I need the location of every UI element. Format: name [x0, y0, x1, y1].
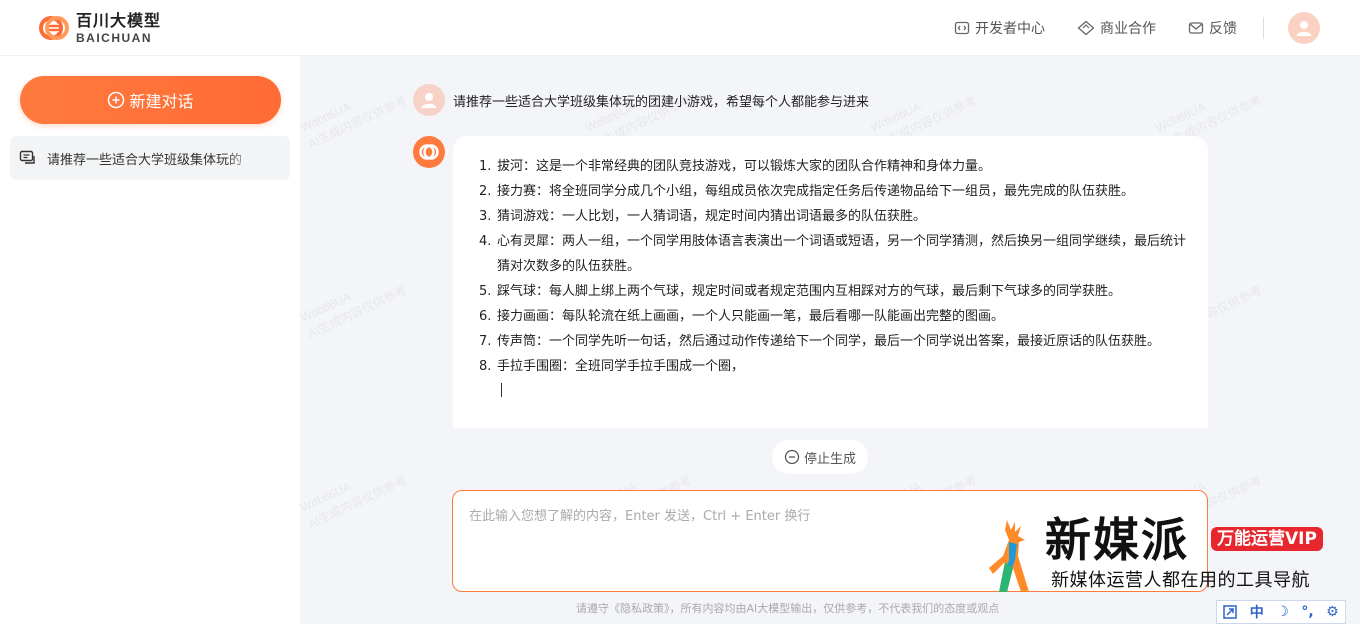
answer-list-item: 4. 心有灵犀：两人一组，一个同学用肢体语言表演出一个词语或短语，另一个同学猜测，… — [479, 229, 1188, 279]
answer-item-number: 8. — [479, 359, 492, 374]
code-icon — [954, 21, 970, 35]
feedback-label: 反馈 — [1209, 21, 1237, 37]
logo-title: 百川大模型 — [76, 10, 162, 30]
xinmeipai-watermark: 新媒派 万能运营VIP 新媒体运营人都在用的工具导航 — [985, 512, 1345, 594]
disclaimer-text: 请遵守《隐私政策》，所有内容均由AI大模型输出，仅供参考，不代表我们的态度或观点 — [576, 602, 1000, 615]
answer-item-text: 接力赛：将全班同学分成几个小组，每组成员依次完成指定任务后传递物品给下一组员，最… — [497, 184, 1135, 199]
feedback-link[interactable]: 反馈 — [1188, 18, 1237, 38]
answer-list-item: 5. 踩气球：每人脚上绑上两个气球，规定时间或者规定范围内互相踩对方的气球，最后剩… — [479, 279, 1188, 304]
brand-subtitle: 新媒体运营人都在用的工具导航 — [1051, 570, 1310, 591]
user-message-text: 请推荐一些适合大学班级集体玩的团建小游戏，希望每个人都能参与进来 — [453, 94, 870, 110]
history-item[interactable]: 请推荐一些适合大学班级集体玩的 — [10, 136, 290, 180]
answer-item-text: 传声筒：一个同学先听一句话，然后通过动作传递给下一个同学，最后一个同学说出答案，… — [497, 334, 1161, 349]
mail-icon — [1188, 22, 1204, 34]
answer-list-item: 7. 传声筒：一个同学先听一句话，然后通过动作传递给下一个同学，最后一个同学说出答… — [479, 329, 1188, 354]
brand-badge: 万能运营VIP — [1211, 527, 1323, 551]
answer-item-number: 7. — [479, 334, 492, 349]
sidebar: 新建对话 请推荐一些适合大学班级集体玩的 — [0, 56, 300, 624]
brand-title: 新媒派 — [1045, 513, 1189, 567]
user-avatar — [413, 84, 445, 116]
watermark-code: Wdbtl6UA — [300, 289, 354, 325]
bot-answer: 1. 拔河：这是一个非常经典的团队竞技游戏，可以锻炼大家的团队合作精神和身体力量。… — [453, 136, 1208, 428]
answer-list-item: 8. 手拉手围圈：全班同学手拉手围成一个圈， — [479, 354, 1188, 379]
ime-toolbar[interactable]: 中 ☽ °, ⚙ — [1216, 600, 1346, 624]
user-icon — [421, 93, 437, 108]
business-cooperation-link[interactable]: 商业合作 — [1077, 18, 1156, 38]
answer-list: 1. 拔河：这是一个非常经典的团队竞技游戏，可以锻炼大家的团队合作精神和身体力量。… — [479, 154, 1188, 379]
chat-bubble-icon — [19, 150, 35, 164]
bot-avatar — [413, 136, 445, 168]
answer-item-number: 5. — [479, 284, 492, 299]
answer-item-text: 踩气球：每人脚上绑上两个气球，规定时间或者规定范围内互相踩对方的气球，最后剩下气… — [497, 284, 1122, 299]
new-chat-button[interactable]: 新建对话 — [20, 76, 281, 124]
stop-generating-label: 停止生成 — [803, 451, 856, 467]
answer-item-number: 3. — [479, 209, 492, 224]
answer-item-text: 手拉手围圈：全班同学手拉手围成一个圈， — [497, 359, 745, 374]
business-cooperation-label: 商业合作 — [1100, 21, 1156, 37]
answer-list-item: 6. 接力画画：每队轮流在纸上画画，一个人只能画一笔，最后看哪一队能画出完整的图画… — [479, 304, 1188, 329]
watermark-note: AI生成内容仅供参考 — [305, 473, 410, 532]
user-message: 请推荐一些适合大学班级集体玩的团建小游戏，希望每个人都能参与进来 — [413, 84, 869, 116]
baichuan-logo[interactable]: 百川大模型 BAICHUAN — [38, 12, 161, 44]
answer-list-item: 1. 拔河：这是一个非常经典的团队竞技游戏，可以锻炼大家的团队合作精神和身体力量。 — [479, 154, 1188, 179]
answer-item-text: 接力画画：每队轮流在纸上画画，一个人只能画一笔，最后看哪一队能画出完整的图画。 — [497, 309, 1005, 324]
answer-list-item: 2. 接力赛：将全班同学分成几个小组，每组成员依次完成指定任务后传递物品给下一组员… — [479, 179, 1188, 204]
watermark-code: Wdbtl6UA — [300, 479, 354, 515]
watermark-code: Wdbtl6UA — [300, 99, 354, 135]
minus-circle-icon — [784, 449, 800, 465]
user-icon — [1296, 21, 1312, 36]
answer-item-text: 拔河：这是一个非常经典的团队竞技游戏，可以锻炼大家的团队合作精神和身体力量。 — [497, 159, 992, 174]
baichuan-bot-icon — [419, 144, 439, 160]
stop-generating-button[interactable]: 停止生成 — [772, 440, 868, 474]
watermark-tile: Wdbtl6UAAI生成内容仅供参考 — [300, 455, 410, 533]
deer-logo-icon — [989, 520, 1029, 592]
plus-circle-icon — [108, 91, 125, 109]
watermark-tile: Wdbtl6UAAI生成内容仅供参考 — [300, 75, 410, 153]
ime-punctuation-icon[interactable]: °, — [1301, 604, 1313, 620]
answer-list-item: 3. 猜词游戏：一人比划，一人猜词语，规定时间内猜出词语最多的队伍获胜。 — [479, 204, 1188, 229]
logo-subtitle: BAICHUAN — [76, 30, 152, 45]
diamond-icon — [1077, 20, 1095, 36]
user-avatar-button[interactable] — [1288, 12, 1320, 44]
answer-item-number: 2. — [479, 184, 492, 199]
new-chat-label: 新建对话 — [129, 92, 194, 111]
watermark-code: Wdbtl6UA — [1153, 99, 1209, 135]
watermark-note: AI生成内容仅供参考 — [305, 93, 410, 152]
top-header: 百川大模型 BAICHUAN 开发者中心 商业合作 反馈 — [0, 0, 1360, 56]
answer-item-number: 1. — [479, 159, 492, 174]
answer-item-text: 猜词游戏：一人比划，一人猜词语，规定时间内猜出词语最多的队伍获胜。 — [497, 209, 927, 224]
ime-settings-icon[interactable]: ⚙ — [1326, 604, 1339, 620]
typing-cursor — [501, 383, 502, 397]
ime-chinese-mode[interactable]: 中 — [1250, 602, 1264, 622]
answer-item-number: 4. — [479, 234, 492, 249]
ime-switch-icon[interactable] — [1223, 605, 1237, 619]
baichuan-logo-icon — [39, 16, 69, 40]
header-nav: 开发者中心 商业合作 反馈 — [922, 0, 1320, 56]
watermark-tile: Wdbtl6UAAI生成内容仅供参考 — [300, 265, 410, 343]
watermark-code: Wdbtl6UA — [868, 99, 924, 135]
developer-center-link[interactable]: 开发者中心 — [954, 18, 1045, 38]
answer-item-text: 心有灵犀：两人一组，一个同学用肢体语言表演出一个词语或短语，另一个同学猜测，然后… — [497, 234, 1187, 274]
developer-center-label: 开发者中心 — [975, 21, 1045, 37]
history-item-label: 请推荐一些适合大学班级集体玩的 — [47, 152, 243, 168]
nav-divider — [1263, 17, 1264, 39]
ime-moon-icon[interactable]: ☽ — [1276, 604, 1289, 620]
answer-item-number: 6. — [479, 309, 492, 324]
watermark-note: AI生成内容仅供参考 — [305, 283, 410, 342]
